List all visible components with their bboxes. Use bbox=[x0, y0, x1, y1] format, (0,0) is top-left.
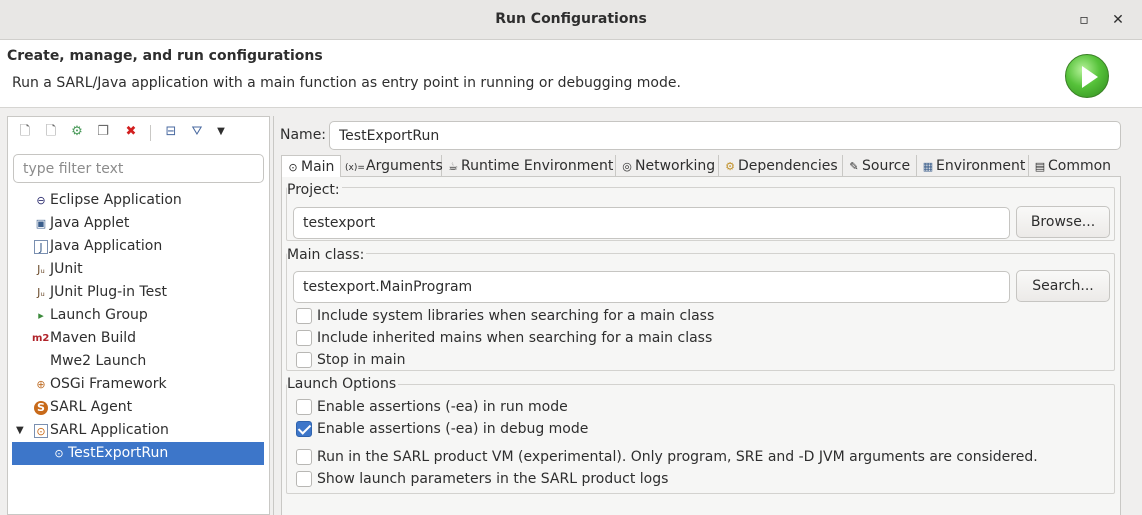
configuration-editor-pane: Name: ⊙Main (x)=Arguments ☕Runtime Envir… bbox=[273, 116, 1142, 515]
checkbox[interactable] bbox=[296, 330, 312, 346]
tree-item-label: Mwe2 Launch bbox=[50, 353, 147, 369]
duplicate-config-icon[interactable]: ❐ bbox=[94, 123, 112, 141]
checkbox[interactable] bbox=[296, 471, 312, 487]
tab-main[interactable]: ⊙ Main bbox=[281, 155, 341, 177]
tree-item-eclipse-application[interactable]: ⊖ Eclipse Application bbox=[8, 189, 269, 212]
tab-source[interactable]: ✎ Source bbox=[843, 155, 917, 177]
junit-plugin-icon: Jᵤ bbox=[37, 286, 45, 299]
test-export-run-icon: ⊙ bbox=[54, 447, 64, 460]
browse-button[interactable]: Browse... bbox=[1016, 206, 1110, 238]
project-label: Project: bbox=[287, 182, 342, 198]
tree-item-junit-plugin-test[interactable]: Jᵤ JUnit Plug-in Test bbox=[8, 281, 269, 304]
title-bar: Run Configurations ▫ ✕ bbox=[0, 0, 1142, 40]
tree-item-label: JUnit bbox=[50, 261, 83, 277]
tree-item-mwe2-launch[interactable]: Mwe2 Launch bbox=[8, 350, 269, 373]
tab-runtime-environment[interactable]: ☕ Runtime Environment bbox=[442, 155, 616, 177]
tab-dependencies[interactable]: ⚙ Dependencies bbox=[719, 155, 843, 177]
tree-item-sarl-agent[interactable]: S SARL Agent bbox=[8, 396, 269, 419]
tree-item-launch-group[interactable]: ▸ Launch Group bbox=[8, 304, 269, 327]
runtime-tab-icon: ☕ bbox=[448, 160, 458, 173]
filter-input[interactable] bbox=[13, 154, 264, 183]
toolbar-separator bbox=[150, 125, 151, 141]
export-config-icon[interactable]: ⚙ bbox=[68, 123, 86, 141]
launch-options-label: Launch Options bbox=[287, 376, 399, 392]
configuration-list-pane: 🗋 🗋 ⚙ ❐ ✖ ⊟ ⛛ ▼ ⊖ Eclipse Application ▣ … bbox=[7, 116, 270, 515]
common-tab-icon: ▤ bbox=[1034, 160, 1046, 173]
header-description: Run a SARL/Java application with a main … bbox=[12, 75, 681, 91]
tree-item-test-export-run[interactable]: ⊙ TestExportRun bbox=[12, 442, 264, 465]
arguments-tab-icon: (x)= bbox=[345, 163, 365, 173]
tree-item-osgi-framework[interactable]: ⊕ OSGi Framework bbox=[8, 373, 269, 396]
project-input[interactable] bbox=[293, 207, 1010, 239]
new-config-icon[interactable]: 🗋 bbox=[16, 123, 34, 141]
name-label: Name: bbox=[280, 127, 327, 143]
close-icon[interactable]: ✕ bbox=[1108, 10, 1128, 30]
tree-item-label: OSGi Framework bbox=[50, 376, 167, 392]
dialog-header: Create, manage, and run configurations R… bbox=[0, 40, 1142, 108]
tab-environment[interactable]: ▦ Environment bbox=[917, 155, 1029, 177]
config-tabs: ⊙ Main (x)=Arguments ☕ Runtime Environment… bbox=[281, 155, 1121, 177]
delete-config-icon[interactable]: ✖ bbox=[122, 123, 140, 141]
filter-icon[interactable]: ⛛ bbox=[188, 123, 206, 141]
tree-item-label: Maven Build bbox=[50, 330, 137, 346]
tree-item-sarl-application[interactable]: ▼ ⊙ SARL Application bbox=[8, 419, 269, 442]
main-tab-content: Project: Browse... Main class: Search...… bbox=[281, 177, 1121, 515]
tab-arguments[interactable]: (x)=Arguments bbox=[341, 155, 443, 177]
main-class-label: Main class: bbox=[287, 247, 367, 263]
environment-tab-icon: ▦ bbox=[922, 160, 934, 173]
main-class-input[interactable] bbox=[293, 271, 1010, 303]
junit-icon: Jᵤ bbox=[37, 263, 45, 276]
osgi-icon: ⊕ bbox=[36, 378, 46, 391]
tree-item-label: JUnit Plug-in Test bbox=[50, 284, 168, 300]
launch-group-icon: ▸ bbox=[38, 309, 44, 322]
tree-item-java-application[interactable]: J Java Application bbox=[8, 235, 269, 258]
header-title: Create, manage, and run configurations bbox=[7, 48, 323, 64]
checkbox[interactable] bbox=[296, 399, 312, 415]
source-tab-icon: ✎ bbox=[849, 160, 859, 173]
view-menu-icon[interactable]: ▼ bbox=[212, 123, 230, 141]
java-applet-icon: ▣ bbox=[35, 217, 47, 230]
collapse-all-icon[interactable]: ⊟ bbox=[162, 123, 180, 141]
tree-item-java-applet[interactable]: ▣ Java Applet bbox=[8, 212, 269, 235]
tree-item-label: Eclipse Application bbox=[50, 192, 182, 208]
dependencies-tab-icon: ⚙ bbox=[725, 160, 735, 173]
maven-icon: m2 bbox=[32, 333, 50, 344]
new-prototype-icon[interactable]: 🗋 bbox=[42, 123, 60, 141]
minimize-icon[interactable]: ▫ bbox=[1074, 10, 1094, 30]
checkbox-checked[interactable] bbox=[296, 421, 312, 437]
java-application-icon: J bbox=[34, 240, 48, 254]
name-input[interactable] bbox=[329, 121, 1121, 150]
checkbox[interactable] bbox=[296, 449, 312, 465]
window-title: Run Configurations bbox=[495, 11, 647, 27]
expand-icon[interactable]: ▼ bbox=[16, 419, 24, 442]
checkbox[interactable] bbox=[296, 352, 312, 368]
main-tab-icon: ⊙ bbox=[288, 161, 298, 174]
run-icon bbox=[1065, 54, 1109, 98]
tree-item-label: SARL Application bbox=[50, 422, 169, 438]
search-button[interactable]: Search... bbox=[1016, 270, 1110, 302]
tree-item-label: Launch Group bbox=[50, 307, 148, 323]
tree-item-label: SARL Agent bbox=[50, 399, 133, 415]
tree-item-label: Java Applet bbox=[50, 215, 130, 231]
tree-item-label: Java Application bbox=[50, 238, 163, 254]
sarl-agent-icon: S bbox=[34, 401, 48, 415]
tree-item-label: TestExportRun bbox=[68, 445, 169, 461]
tree-item-maven-build[interactable]: m2 Maven Build bbox=[8, 327, 269, 350]
tab-networking[interactable]: ◎ Networking bbox=[616, 155, 719, 177]
networking-tab-icon: ◎ bbox=[622, 160, 632, 173]
eclipse-icon: ⊖ bbox=[36, 194, 46, 207]
sarl-application-icon: ⊙ bbox=[34, 424, 48, 438]
tree-item-junit[interactable]: Jᵤ JUnit bbox=[8, 258, 269, 281]
tab-common[interactable]: ▤ Common bbox=[1029, 155, 1119, 177]
checkbox[interactable] bbox=[296, 308, 312, 324]
